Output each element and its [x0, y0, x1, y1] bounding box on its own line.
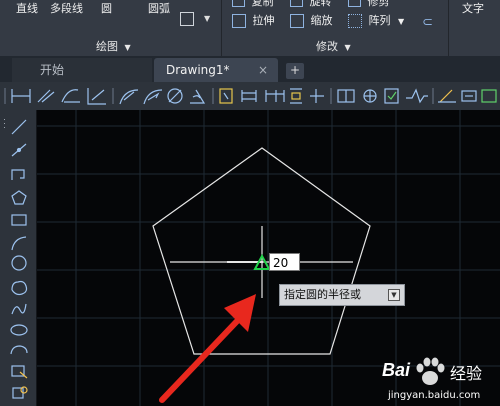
jogged-icon[interactable]	[143, 89, 163, 105]
arc-button[interactable]: 圆弧	[148, 2, 170, 16]
dimtedit-icon[interactable]	[461, 90, 477, 102]
aligned-dimension-icon[interactable]	[37, 89, 55, 103]
line-icon[interactable]	[11, 119, 27, 135]
copy-label: 复制	[251, 0, 274, 8]
line-button[interactable]: 直线	[16, 2, 38, 16]
rectangle-icon[interactable]	[11, 214, 27, 226]
copy-icon	[232, 0, 245, 7]
construction-line-icon[interactable]	[11, 143, 27, 157]
tab-drawing1-label: Drawing1*	[166, 63, 230, 77]
center-mark-icon[interactable]	[363, 89, 377, 103]
rotate-icon	[290, 0, 303, 7]
break-icon[interactable]	[310, 89, 324, 103]
scale-icon	[290, 14, 304, 28]
update-icon[interactable]	[481, 89, 497, 103]
watermark-brand-right: 经验	[450, 364, 483, 383]
polyline-label: 多段线	[50, 2, 83, 15]
text-label: 文字	[462, 2, 484, 15]
array-icon	[348, 14, 362, 28]
trim-label: 修剪	[367, 0, 390, 8]
tolerance-icon[interactable]	[337, 89, 355, 103]
new-tab-button[interactable]: +	[286, 63, 304, 79]
chevron-down-icon: ▼	[344, 43, 351, 52]
panel-divider	[448, 0, 449, 56]
jog-line-icon[interactable]	[406, 88, 428, 104]
array-label: 阵列	[368, 14, 391, 27]
chevron-down-icon: ▼	[124, 43, 131, 52]
draw-panel-title[interactable]: 绘图 ▼	[96, 38, 131, 54]
revision-cloud-icon[interactable]	[11, 280, 28, 296]
polygon-icon[interactable]	[11, 190, 27, 205]
radius-dimension-icon[interactable]	[119, 89, 139, 105]
angular-dimension-icon[interactable]	[190, 89, 206, 104]
radius-input[interactable]: 20	[269, 253, 300, 271]
tooltip-text: 指定圆的半径或	[284, 288, 361, 301]
stretch-icon	[232, 14, 246, 28]
trim-button[interactable]: 修剪	[348, 0, 390, 9]
options-arrow-icon[interactable]: ▼	[388, 289, 400, 301]
linear-dimension-icon[interactable]	[11, 89, 31, 103]
polyline-button[interactable]: 多段线	[50, 2, 83, 16]
diameter-icon[interactable]	[167, 88, 183, 104]
offset-icon[interactable]: ⊂	[422, 15, 433, 30]
ellipse-arc-icon[interactable]	[10, 345, 28, 355]
insert-block-icon[interactable]	[11, 365, 28, 379]
polyline-icon[interactable]	[11, 169, 25, 180]
spline-icon[interactable]	[11, 303, 27, 315]
tab-start-label: 开始	[40, 63, 65, 77]
modify-panel-label: 修改	[316, 40, 338, 53]
draw-toolbar-icons	[4, 119, 28, 399]
watermark-site: jingyan.baidu.com	[388, 390, 481, 401]
arc-icon[interactable]	[11, 236, 27, 251]
tab-drawing1[interactable]: Drawing1* ×	[154, 58, 278, 82]
plus-icon: +	[289, 63, 301, 77]
space-icon[interactable]	[290, 88, 302, 104]
hatch-icon[interactable]	[180, 12, 194, 26]
watermark: Bai 经验 jingyan.baidu.com	[380, 352, 500, 406]
toolbar-icons	[4, 88, 497, 105]
baseline-icon[interactable]	[241, 90, 257, 102]
circle-label: 圆	[101, 2, 112, 15]
continue-icon[interactable]	[265, 90, 285, 102]
panel-divider	[221, 0, 222, 56]
array-button[interactable]: 阵列 ▼	[348, 14, 404, 29]
scale-label: 缩放	[310, 14, 333, 27]
paw-logo-icon	[416, 357, 445, 385]
text-button[interactable]: 文字	[462, 2, 484, 16]
trim-icon	[348, 0, 361, 7]
arc-length-icon[interactable]	[61, 89, 80, 103]
chevron-down-icon[interactable]: ▼	[204, 14, 210, 23]
arc-label: 圆弧	[148, 2, 170, 15]
watermark-brand-left: Bai	[382, 360, 411, 380]
quick-dimension-icon[interactable]	[219, 88, 233, 104]
copy-button[interactable]: 复制	[232, 0, 274, 9]
ordinate-icon[interactable]	[87, 88, 106, 105]
scale-button[interactable]: 缩放	[290, 14, 333, 28]
draw-panel-label: 绘图	[96, 40, 118, 53]
ellipse-icon[interactable]	[10, 324, 28, 336]
stretch-button[interactable]: 拉伸	[232, 14, 275, 28]
stretch-label: 拉伸	[252, 14, 275, 27]
command-prompt-tooltip: 指定圆的半径或 ▼	[279, 284, 405, 306]
line-label: 直线	[16, 2, 38, 15]
rotate-button[interactable]: 旋转	[290, 0, 332, 9]
rotate-label: 旋转	[309, 0, 332, 8]
make-block-icon[interactable]	[12, 386, 28, 399]
close-icon[interactable]: ×	[258, 58, 268, 82]
circle-icon[interactable]	[11, 255, 27, 271]
inspect-icon[interactable]	[384, 88, 399, 104]
tab-start[interactable]: 开始	[12, 58, 152, 82]
ribbon: 直线 多段线 圆 圆弧 ▼ 绘图 ▼ 复制 旋转 修剪 拉伸 缩放 阵列 ▼ ⊂	[0, 0, 500, 57]
edit-dimension-icon[interactable]	[438, 89, 456, 103]
circle-button[interactable]: 圆	[101, 2, 112, 16]
modify-panel-title[interactable]: 修改 ▼	[316, 38, 351, 54]
chevron-down-icon: ▼	[398, 17, 405, 26]
